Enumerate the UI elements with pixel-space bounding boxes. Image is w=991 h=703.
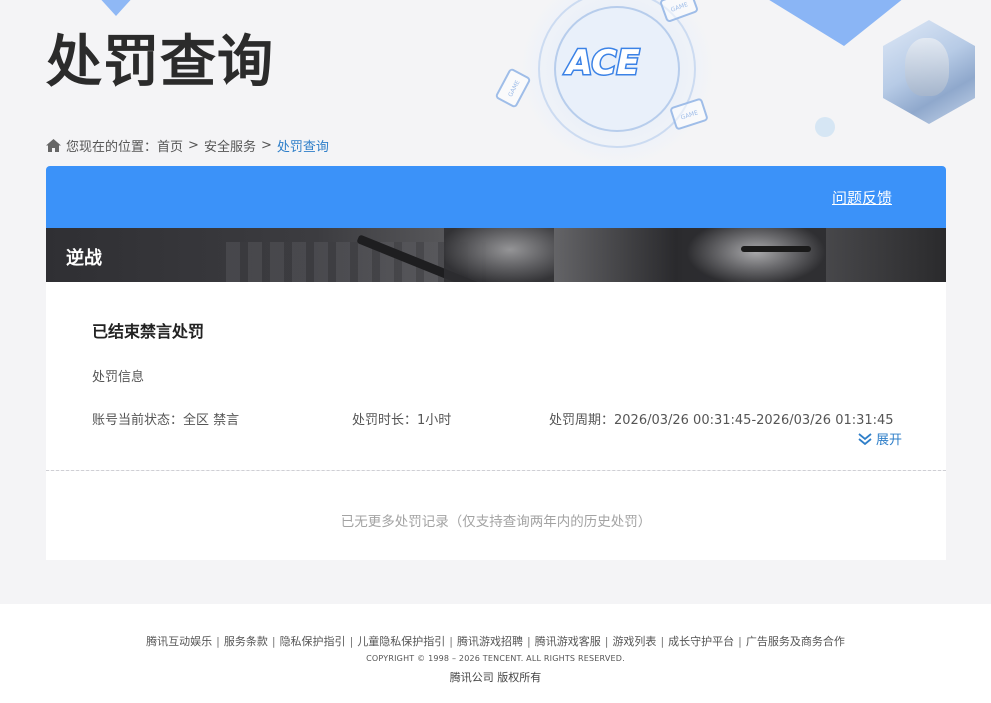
svg-text:GAME: GAME bbox=[507, 79, 522, 98]
banner-character-left bbox=[444, 228, 554, 282]
company-notice: 腾讯公司 版权所有 bbox=[449, 671, 542, 684]
svg-text:GAME: GAME bbox=[680, 109, 699, 121]
punishment-record: 已结束禁言处罚 处罚信息 账号当前状态：全区 禁言 处罚时长：1小时 处罚周期：… bbox=[46, 282, 946, 470]
svg-text:ACE: ACE bbox=[563, 43, 639, 83]
banner-character-right bbox=[686, 228, 826, 282]
decor-bubble bbox=[815, 117, 835, 137]
decor-triangle-left bbox=[96, 0, 136, 16]
punishment-duration: 处罚时长：1小时 bbox=[352, 413, 452, 428]
feedback-link[interactable]: 问题反馈 bbox=[832, 187, 892, 208]
game-banner: 逆战 bbox=[46, 228, 946, 282]
expand-label: 展开 bbox=[875, 433, 902, 448]
ace-logo: ACE bbox=[562, 42, 641, 84]
banner-character-goggles bbox=[741, 246, 811, 252]
page-title: 处罚查询 bbox=[46, 30, 274, 95]
chevron-double-down-icon bbox=[858, 432, 872, 445]
svg-text:GAME: GAME bbox=[670, 1, 689, 14]
game-name: 逆战 bbox=[66, 248, 102, 269]
breadcrumb-item-current: 处罚查询 bbox=[276, 139, 329, 155]
breadcrumb-prefix: 您现在的位置： bbox=[66, 139, 158, 155]
character-face bbox=[905, 38, 949, 96]
no-more-records: 已无更多处罚记录（仅支持查询两年内的历史处罚） bbox=[46, 471, 946, 560]
footer: 腾讯互动娱乐 | 服务条款 | 隐私保护指引 | 儿童隐私保护指引 | 腾讯游戏招聘 | 腾讯游戏客… bbox=[0, 604, 991, 703]
footer-link[interactable]: 儿童隐私保护指引 bbox=[357, 635, 445, 648]
breadcrumb-separator: > bbox=[260, 137, 272, 153]
record-title: 已结束禁言处罚 bbox=[92, 322, 205, 341]
footer-link[interactable]: 服务条款 bbox=[224, 635, 268, 648]
copyright: COPYRIGHT © 1998 – 2026 TENCENT. ALL RIG… bbox=[366, 654, 625, 663]
breadcrumb-separator: > bbox=[188, 137, 199, 153]
footer-link[interactable]: 腾讯游戏招聘 bbox=[457, 635, 523, 648]
breadcrumb-item-home[interactable]: 首页 bbox=[157, 136, 183, 155]
punishment-period: 处罚周期：2026/03/26 00:31:45-2026/03/26 01:3… bbox=[549, 413, 894, 428]
record-section-label: 处罚信息 bbox=[92, 370, 145, 385]
decor-triangle-right bbox=[766, 0, 904, 46]
footer-link[interactable]: 腾讯游戏客服 bbox=[535, 635, 601, 648]
footer-link[interactable]: 隐私保护指引 bbox=[280, 635, 346, 648]
record-details: 账号当前状态：全区 禁言 处罚时长：1小时 处罚周期：2026/03/26 00… bbox=[92, 409, 900, 428]
home-icon bbox=[46, 138, 61, 152]
punishment-panel: 问题反馈 逆战 已结束禁言处罚 处罚信息 账号当前状态：全区 禁言 处罚时长：1… bbox=[46, 166, 946, 560]
footer-link[interactable]: 广告服务及商务合作 bbox=[746, 635, 845, 648]
footer-links: 腾讯互动娱乐 | 服务条款 | 隐私保护指引 | 儿童隐私保护指引 | 腾讯游戏招聘 | 腾讯游戏客… bbox=[146, 635, 845, 648]
breadcrumb: 您现在的位置： 首页 > 安全服务 > 处罚查询 bbox=[46, 136, 329, 155]
footer-link[interactable]: 游戏列表 bbox=[612, 635, 656, 648]
footer-link[interactable]: 成长守护平台 bbox=[668, 635, 734, 648]
panel-header: 问题反馈 bbox=[46, 166, 946, 228]
expand-button[interactable]: 展开 bbox=[858, 429, 902, 448]
breadcrumb-item-security[interactable]: 安全服务 bbox=[204, 136, 256, 155]
account-status: 账号当前状态：全区 禁言 bbox=[92, 413, 240, 428]
footer-link[interactable]: 腾讯互动娱乐 bbox=[146, 635, 212, 648]
